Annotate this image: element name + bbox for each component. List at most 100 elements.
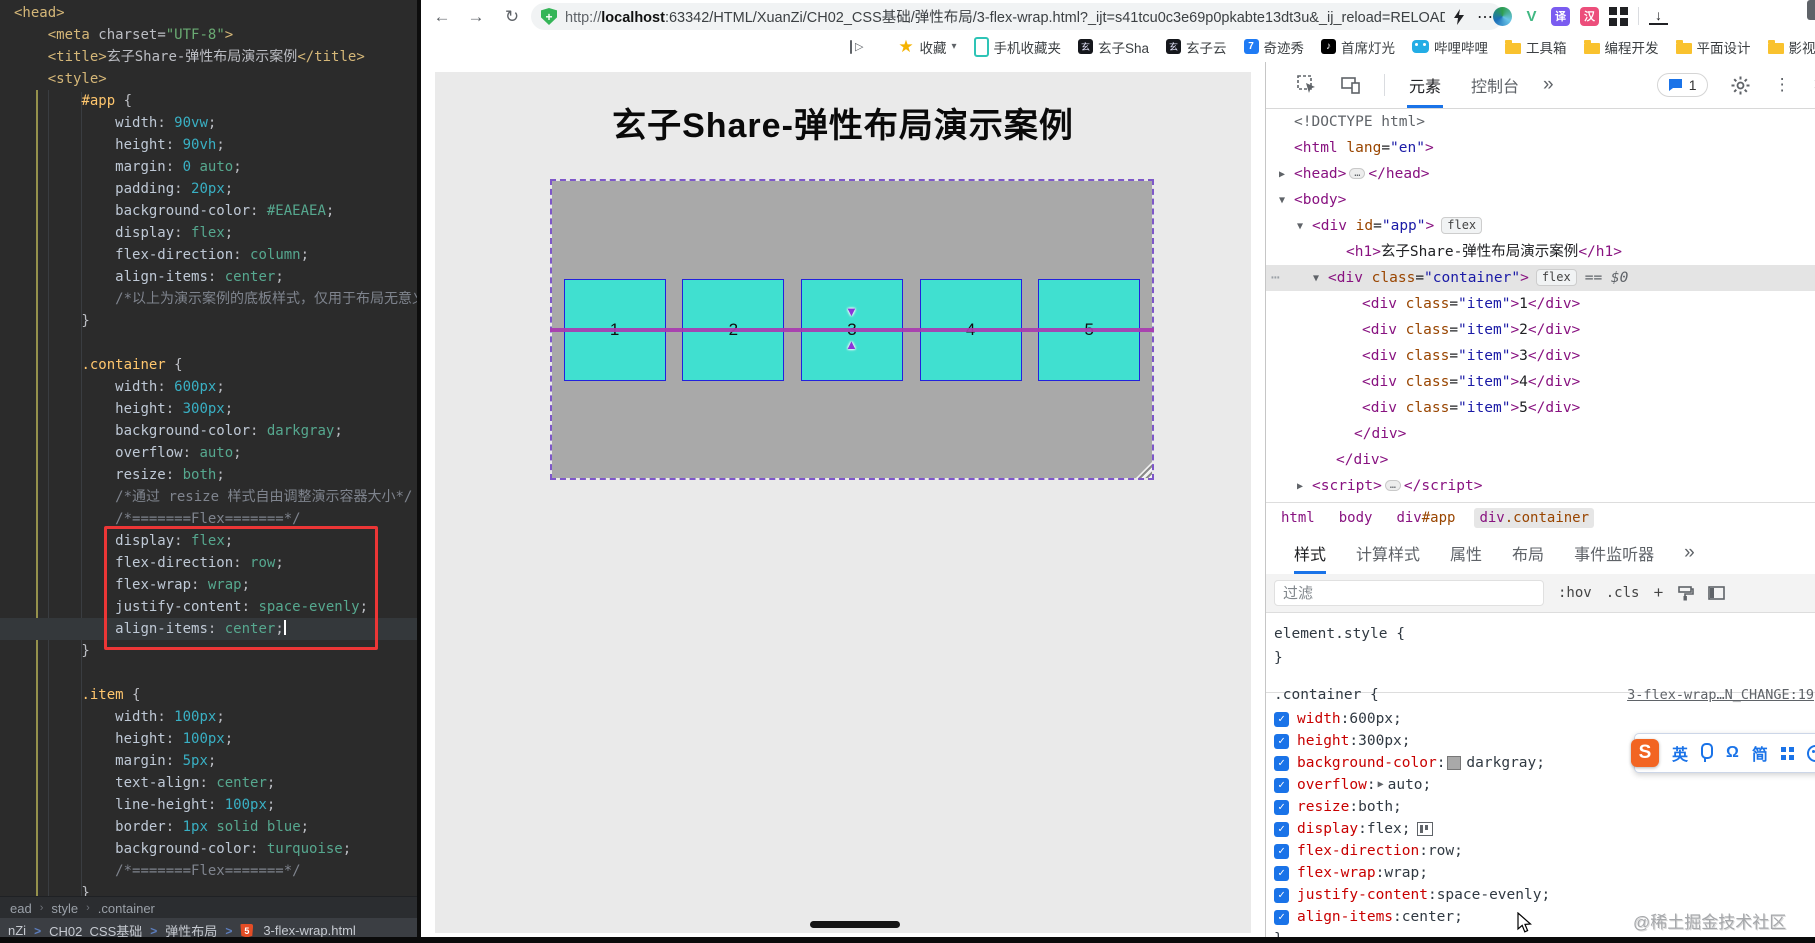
collapse-arrow-icon[interactable]: ▼ <box>1279 188 1294 214</box>
property-checkbox[interactable]: ✓ <box>1274 777 1289 793</box>
row-dots-icon[interactable]: ⋯ <box>1271 265 1281 291</box>
dom-row[interactable]: <div class="item">5</div> <box>1266 395 1815 421</box>
element-style-block[interactable]: element.style { } <box>1266 612 1815 693</box>
style-property-row[interactable]: ✓ display: flex; <box>1266 818 1815 840</box>
code-area[interactable]: <head> <meta charset="UTF-8"> <title>玄子S… <box>0 2 417 904</box>
expand-arrow-icon[interactable]: ▶ <box>1297 474 1312 500</box>
dom-row[interactable]: ▶ <head>… </head> <box>1266 161 1815 187</box>
editor-breadcrumb[interactable]: ead › style › .container <box>0 896 417 919</box>
back-button[interactable]: ← <box>429 4 455 30</box>
devtools-menu-icon[interactable]: ⋮ <box>1774 75 1791 95</box>
new-style-rule-button[interactable]: + <box>1653 583 1663 603</box>
dom-row[interactable]: <div class="item">3</div> <box>1266 343 1815 369</box>
dom-row[interactable]: ▼ <body> <box>1266 187 1815 213</box>
bookmark-item[interactable]: ★ 收藏 ▾ <box>897 37 956 57</box>
dom-row[interactable]: </div> <box>1266 421 1815 447</box>
flex-badge[interactable]: flex <box>1535 269 1577 286</box>
tab-元素[interactable]: 元素 <box>1407 62 1444 108</box>
inspect-element-icon[interactable] <box>1296 74 1318 96</box>
address-bar[interactable]: + http://localhost:63342/HTML/XuanZi/CH0… <box>531 3 1503 30</box>
dom-row[interactable]: <div class="item">1</div> <box>1266 291 1815 317</box>
tab-计算样式[interactable]: 计算样式 <box>1356 531 1420 574</box>
dictionary-icon[interactable]: 汉 <box>1580 6 1599 26</box>
bookmark-item[interactable]: 玄玄子Sha <box>1078 37 1149 57</box>
idm-icon[interactable] <box>1493 6 1512 26</box>
breadcrumb-item[interactable]: ead <box>10 901 32 916</box>
flex-container[interactable]: 12345 ▼ ▲ <box>550 179 1154 480</box>
property-checkbox[interactable]: ✓ <box>1274 755 1289 771</box>
breadcrumb-item[interactable]: nZi <box>8 923 26 938</box>
expand-arrow-icon[interactable]: ▶ <box>1279 162 1294 188</box>
property-checkbox[interactable]: ✓ <box>1274 909 1289 925</box>
breadcrumb-item[interactable]: style <box>51 901 78 916</box>
sogou-ime-toolbar[interactable]: S英 Ω简 <box>1631 733 1815 773</box>
flex-editor-icon[interactable] <box>1416 822 1433 836</box>
rule-selector[interactable]: .container { <box>1274 687 1379 703</box>
rule-source-link[interactable]: 3-flex-wrap…N_CHANGE:19 <box>1627 682 1814 708</box>
bookmark-item[interactable]: 影视后期 <box>1767 37 1815 57</box>
bookmark-item[interactable]: 手机收藏夹 <box>973 36 1061 57</box>
bookmark-item[interactable]: 平面设计 <box>1675 37 1751 57</box>
dom-row[interactable]: <!DOCTYPE html> <box>1266 109 1815 135</box>
dom-row[interactable]: ▶ <script>… </script> <box>1266 473 1815 499</box>
english-mode-icon[interactable]: 英 <box>1672 741 1688 765</box>
breadcrumb-item-div#app[interactable]: div #app <box>1391 508 1460 528</box>
breadcrumb-item[interactable]: .container <box>98 901 155 916</box>
forward-button[interactable]: → <box>463 4 489 30</box>
toggle-hover-state-button[interactable]: :hov <box>1558 585 1592 601</box>
property-checkbox[interactable]: ✓ <box>1274 821 1289 837</box>
bookmark-item[interactable]: 编程开发 <box>1583 37 1659 57</box>
tab-控制台[interactable]: 控制台 <box>1469 62 1521 108</box>
tab-布局[interactable]: 布局 <box>1512 531 1544 574</box>
breadcrumb-item-div.container[interactable]: div .container <box>1474 507 1595 528</box>
simplified-icon[interactable]: 简 <box>1752 741 1768 765</box>
property-checkbox[interactable]: ✓ <box>1274 711 1289 727</box>
bookmark-item[interactable]: ♪ 首席灯光 <box>1321 37 1395 57</box>
style-property-row[interactable]: ✓ overflow: ▶ auto; <box>1266 774 1815 796</box>
dom-row[interactable]: </div> <box>1266 447 1815 473</box>
tab-属性[interactable]: 属性 <box>1450 531 1482 574</box>
ime-settings-icon[interactable] <box>1806 744 1815 762</box>
sogou-logo-icon[interactable]: S <box>1631 739 1659 767</box>
url-text[interactable]: http://localhost:63342/HTML/XuanZi/CH02_… <box>565 6 1445 27</box>
dom-row[interactable]: ⋯ ▼ <div class="container"> flex == $0 <box>1266 265 1815 291</box>
dom-row[interactable]: <div class="item">4</div> <box>1266 369 1815 395</box>
breadcrumb-item[interactable]: 3-flex-wrap.html <box>263 923 355 938</box>
vue-devtools-icon[interactable]: V <box>1522 6 1541 26</box>
dom-row[interactable]: <div class="item">2</div> <box>1266 317 1815 343</box>
property-checkbox[interactable]: ✓ <box>1274 733 1289 749</box>
bookmark-item[interactable]: 7 奇迹秀 <box>1243 37 1304 57</box>
flex-badge[interactable]: flex <box>1441 217 1483 234</box>
clipped-toolbar-icon[interactable] <box>1807 0 1815 20</box>
styles-more-tabs-chevron[interactable]: » <box>1684 542 1695 564</box>
issues-button[interactable]: 1 <box>1656 73 1708 97</box>
breadcrumb-item-body[interactable]: body <box>1334 508 1378 528</box>
toggle-class-button[interactable]: .cls <box>1606 585 1640 601</box>
collapse-arrow-icon[interactable]: ▼ <box>1313 266 1328 292</box>
property-checkbox[interactable]: ✓ <box>1274 865 1289 881</box>
device-toolbar-icon[interactable] <box>1340 74 1362 96</box>
translate-icon[interactable]: 译 <box>1551 6 1570 26</box>
collapse-arrow-icon[interactable]: ▼ <box>1297 214 1312 240</box>
dock-sidebar-icon[interactable] <box>1708 586 1726 600</box>
symbols-icon[interactable]: Ω <box>1726 744 1739 762</box>
dom-row[interactable]: <html lang="en"> <box>1266 135 1815 161</box>
bookmark-item[interactable]: 哔哩哔哩 <box>1412 37 1488 57</box>
breadcrumb-item-html[interactable]: html <box>1276 508 1320 528</box>
collapsed-content-icon[interactable]: … <box>1349 168 1366 179</box>
settings-gear-icon[interactable] <box>1730 74 1752 96</box>
format-paint-icon[interactable] <box>1677 585 1695 601</box>
reload-button[interactable]: ↻ <box>499 4 525 30</box>
extensions-grid-icon[interactable] <box>1609 6 1628 26</box>
dom-row[interactable]: <h1>玄子Share-弹性布局演示案例</h1> <box>1266 239 1815 265</box>
bookmark-item[interactable]: 工具箱 <box>1505 37 1567 57</box>
style-property-row[interactable]: ✓ resize: both; <box>1266 796 1815 818</box>
resize-handle[interactable] <box>1136 462 1152 478</box>
property-checkbox[interactable]: ✓ <box>1274 887 1289 903</box>
url-more-icon[interactable]: ⋯ <box>1477 7 1493 27</box>
side-panel-icon[interactable]: ▷ <box>850 39 863 54</box>
ide-editor-pane[interactable]: <head> <meta charset="UTF-8"> <title>玄子S… <box>0 0 417 943</box>
collapsed-content-icon[interactable]: … <box>1384 480 1401 491</box>
downloads-icon[interactable]: ↓ <box>1649 7 1668 25</box>
tab-事件监听器[interactable]: 事件监听器 <box>1574 531 1654 574</box>
